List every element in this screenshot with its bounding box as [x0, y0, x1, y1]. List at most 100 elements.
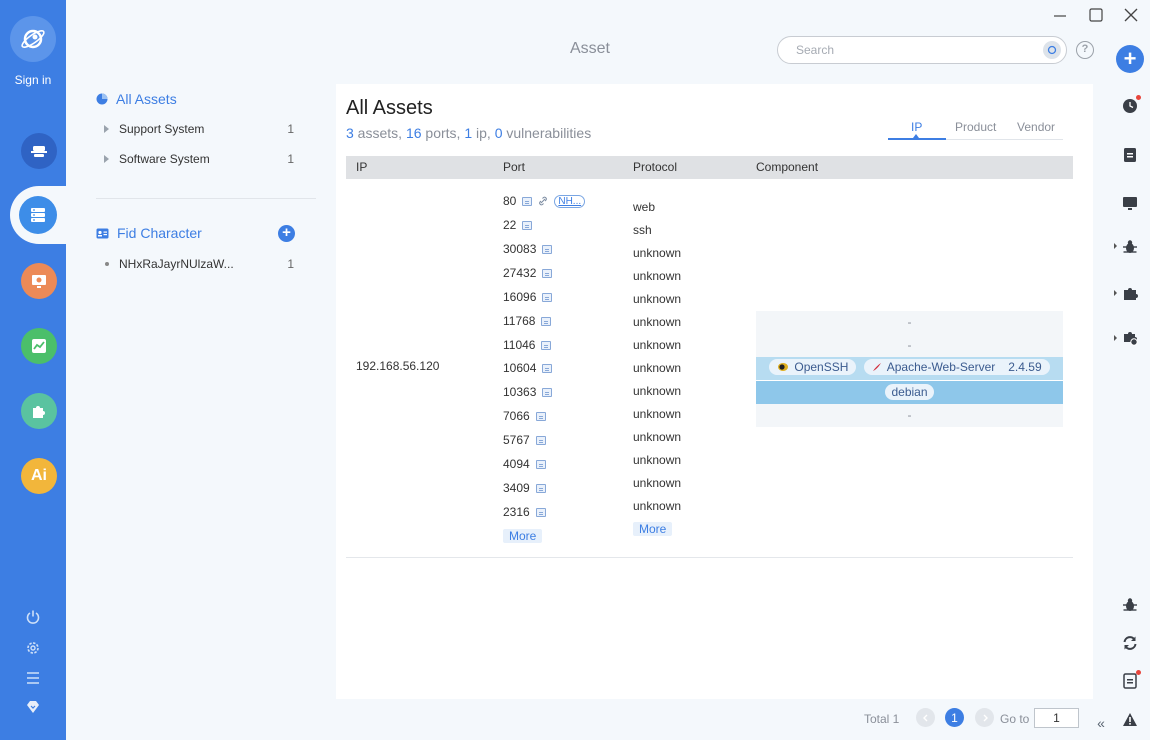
power-icon[interactable] [23, 607, 43, 627]
add-icon[interactable]: + [1116, 45, 1144, 73]
link-icon[interactable] [538, 196, 548, 206]
protocols-more-button[interactable]: More [633, 522, 673, 536]
port-detail-icon[interactable] [541, 340, 552, 350]
search-icon[interactable] [1043, 41, 1061, 59]
assets-word: assets, [353, 125, 406, 141]
monitor-icon[interactable] [1120, 193, 1140, 213]
tab-product[interactable]: Product [955, 120, 996, 134]
bullet-dot [105, 262, 109, 266]
ip-word: ip, [472, 125, 495, 141]
maximize-icon[interactable] [1087, 6, 1105, 24]
search-input[interactable] [796, 43, 1036, 57]
component-chip-openssh[interactable]: OpenSSH [769, 359, 857, 375]
collapse-panel-icon[interactable]: « [1092, 715, 1110, 735]
port-item[interactable]: 27432 [503, 266, 553, 280]
port-item[interactable]: 2316 [503, 505, 546, 519]
history-clock-icon[interactable] [1120, 95, 1141, 116]
tree-item-software-system[interactable]: Software System 1 [104, 152, 294, 166]
port-item[interactable]: 5767 [503, 433, 546, 447]
help-icon[interactable]: ? [1076, 41, 1094, 59]
expand-caret-icon[interactable] [1114, 335, 1117, 341]
protocol-value: unknown [633, 384, 682, 398]
component-empty: - [756, 404, 1063, 427]
port-detail-icon[interactable] [535, 507, 546, 517]
logo-icon[interactable] [10, 16, 56, 62]
bug-icon[interactable] [1120, 237, 1140, 257]
port-detail-icon[interactable] [522, 220, 533, 230]
clipboard-icon[interactable] [1120, 145, 1140, 165]
plugin-puzzle-icon[interactable] [21, 393, 57, 429]
all-assets-node[interactable]: All Assets [96, 91, 177, 107]
plugin-puzzle-icon[interactable] [1120, 283, 1140, 303]
minimize-icon[interactable] [1051, 6, 1069, 24]
port-detail-icon[interactable] [542, 387, 553, 397]
port-item[interactable]: 4094 [503, 457, 546, 471]
expand-arrow-icon[interactable] [104, 125, 109, 133]
port-item[interactable]: 80 NH... [503, 194, 586, 208]
port-item[interactable]: 10604 [503, 361, 553, 375]
fid-character-label: Fid Character [117, 225, 202, 241]
port-detail-icon[interactable] [535, 411, 546, 421]
component-row-selected: debian [756, 381, 1063, 404]
port-item[interactable]: 7066 [503, 409, 546, 423]
page-button-current[interactable]: 1 [945, 708, 964, 727]
refresh-sync-icon[interactable] [1120, 633, 1140, 653]
port-item[interactable]: 10363 [503, 385, 553, 399]
tree-item-support-system[interactable]: Support System 1 [104, 122, 294, 136]
report-icon[interactable] [1120, 670, 1141, 691]
next-page-icon[interactable] [975, 708, 994, 727]
port-detail-icon[interactable] [542, 244, 553, 254]
plugin-settings-icon[interactable] [1120, 328, 1140, 348]
component-chip-apache[interactable]: Apache-Web-Server 2.4.59 [863, 359, 1050, 375]
sign-in-link[interactable]: Sign in [0, 73, 66, 87]
port-item[interactable]: 11768 [503, 314, 552, 328]
close-icon[interactable] [1122, 6, 1140, 24]
warning-icon[interactable] [1120, 709, 1140, 729]
settings-gear-icon[interactable] [23, 638, 43, 658]
fid-badge[interactable]: NH... [554, 194, 586, 208]
tree-item-label: Software System [119, 152, 210, 166]
expand-arrow-icon[interactable] [104, 155, 109, 163]
bug-scan-icon[interactable] [1120, 595, 1140, 615]
incognito-icon[interactable] [21, 133, 57, 169]
port-detail-icon[interactable] [535, 483, 546, 493]
port-number: 11046 [503, 338, 536, 352]
fid-character-node[interactable]: Fid Character [96, 225, 202, 241]
port-detail-icon[interactable] [535, 435, 546, 445]
tab-ip[interactable]: IP [911, 120, 922, 134]
goto-page-input[interactable]: 1 [1034, 708, 1079, 728]
ports-more-button[interactable]: More [503, 529, 543, 543]
port-item[interactable]: 11046 [503, 338, 552, 352]
component-row-highlighted: OpenSSH Apache-Web-Server 2.4.59 [756, 357, 1063, 380]
port-number: 27432 [503, 266, 537, 280]
port-detail-icon[interactable] [522, 196, 533, 206]
add-fid-icon[interactable]: + [278, 225, 295, 242]
prev-page-icon[interactable] [916, 708, 935, 727]
tree-item-count: 1 [287, 122, 294, 136]
port-item[interactable]: 22 [503, 218, 533, 232]
expand-caret-icon[interactable] [1114, 290, 1117, 296]
asset-server-icon[interactable] [19, 196, 57, 234]
protocol-value: unknown [633, 499, 682, 513]
menu-icon[interactable] [23, 668, 43, 688]
vulnerability-screen-icon[interactable] [21, 263, 57, 299]
ip-address[interactable]: 192.168.56.120 [356, 359, 439, 373]
port-detail-icon[interactable] [542, 292, 553, 302]
port-item[interactable]: 3409 [503, 481, 546, 495]
port-number: 7066 [503, 409, 530, 423]
port-detail-icon[interactable] [535, 459, 546, 469]
tab-vendor[interactable]: Vendor [1017, 120, 1055, 134]
port-item[interactable]: 16096 [503, 290, 553, 304]
diamond-badge-icon[interactable] [23, 697, 43, 717]
ai-assistant-icon[interactable]: Ai [21, 458, 57, 494]
port-detail-icon[interactable] [542, 268, 553, 278]
port-number: 11768 [503, 314, 536, 328]
port-item[interactable]: 30083 [503, 242, 553, 256]
chip-version: 2.4.59 [1008, 360, 1042, 374]
expand-caret-icon[interactable] [1114, 243, 1117, 249]
chart-trend-icon[interactable] [21, 328, 57, 364]
port-detail-icon[interactable] [542, 363, 553, 373]
port-detail-icon[interactable] [541, 316, 552, 326]
component-chip-debian[interactable]: debian [885, 384, 934, 400]
fid-item[interactable]: NHxRaJayrNUlzaW... 1 [104, 257, 294, 271]
